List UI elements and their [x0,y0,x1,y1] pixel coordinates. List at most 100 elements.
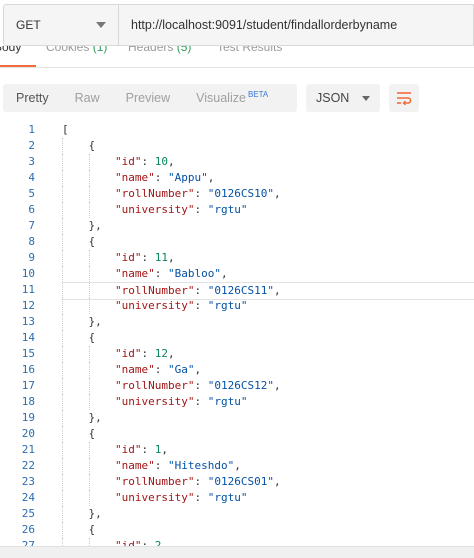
chevron-down-icon [96,22,106,28]
line-number: 12 [21,299,35,312]
code-line: 25 }, [0,506,474,522]
raw-button[interactable]: Raw [62,84,113,112]
line-number: 18 [21,395,35,408]
code-comma: , [167,347,175,360]
line-number: 8 [28,235,35,248]
code-line: 11 "rollNumber": "0126CS11", [0,282,474,300]
line-number: 10 [21,267,35,280]
code-text: }, [62,314,474,330]
code-punct: { [62,331,96,344]
code-punct: }, [62,219,102,232]
chevron-down-icon [362,95,370,101]
language-select[interactable]: JSON [306,84,380,112]
code-punct: }, [62,507,102,520]
code-colon: : [154,267,168,280]
json-value: "0126CS01" [207,475,274,488]
json-key: "rollNumber" [114,475,195,488]
tab-cookies[interactable]: Cookies (1) [46,46,107,54]
json-key: "id" [114,539,142,546]
code-punct: { [62,235,96,248]
json-key: "name" [114,267,155,280]
preview-button[interactable]: Preview [113,84,183,112]
method-select[interactable]: GET [3,4,119,46]
json-key: "university" [114,299,195,312]
code-text: { [62,234,474,250]
line-number: 9 [28,251,35,264]
json-key: "name" [114,459,155,472]
code-line: 7 }, [0,218,474,234]
code-line: 9 "id": 11, [0,250,474,266]
line-number: 1 [28,123,35,136]
code-comma: , [207,171,215,184]
json-value: "rgtu" [207,203,248,216]
code-text: "id": 11, [62,250,474,266]
code-comma: , [273,475,281,488]
code-comma: , [273,187,281,200]
code-comma: , [220,267,228,280]
method-label: GET [16,18,41,32]
line-number: 3 [28,155,35,168]
code-text: "name": "Appu", [62,170,474,186]
json-key: "university" [114,491,195,504]
code-text: "university": "rgtu" [62,298,474,314]
tab-test-results[interactable]: Test Results [217,46,282,54]
code-comma: , [273,379,281,392]
code-colon: : [154,363,168,376]
line-number: 7 [28,219,35,232]
line-number: 22 [21,459,35,472]
wrap-lines-button[interactable] [389,84,419,112]
code-text: "university": "rgtu" [62,202,474,218]
json-key: "rollNumber" [114,284,195,297]
code-text: { [62,426,474,442]
beta-badge: BETA [247,89,269,99]
code-comma: , [161,539,168,546]
active-tab-indicator [0,65,36,67]
code-colon: : [194,395,208,408]
line-number: 5 [28,187,35,200]
code-line: 6 "university": "rgtu" [0,202,474,218]
code-comma: , [234,459,241,472]
code-line: 5 "rollNumber": "0126CS10", [0,186,474,202]
wrap-lines-icon [397,92,412,105]
json-key: "id" [114,155,142,168]
code-line: 13 }, [0,314,474,330]
code-text: [ [62,122,474,138]
line-number: 13 [21,315,35,328]
json-key: "rollNumber" [114,379,195,392]
code-line: 21 "id": 1, [0,442,474,458]
line-number: 24 [21,491,35,504]
json-key: "name" [114,363,155,376]
response-body-viewer[interactable]: 1[2 {3 "id": 10, 4 "name": "Appu", 5 "roll… [0,122,474,546]
code-punct: { [62,139,96,152]
code-text: "id": 1, [62,442,474,458]
url-input[interactable]: http://localhost:9091/student/findallord… [119,4,474,46]
code-text: }, [62,410,474,426]
line-number: 15 [21,347,35,360]
code-text: "university": "rgtu" [62,394,474,410]
code-line: 8 { [0,234,474,250]
code-colon: : [141,443,155,456]
code-line: 23 "rollNumber": "0126CS01", [0,474,474,490]
json-key: "id" [114,347,142,360]
code-line: 1[ [0,122,474,138]
pretty-button[interactable]: Pretty [3,84,62,112]
json-value: 11 [154,251,168,264]
code-line: 20 { [0,426,474,442]
tab-body[interactable]: Body [0,46,21,54]
visualize-button[interactable]: Visualize BETA [183,84,281,112]
code-colon: : [154,171,168,184]
line-number: 14 [21,331,35,344]
line-number: 25 [21,507,35,520]
tab-headers[interactable]: Headers (5) [128,46,191,54]
horizontal-scrollbar[interactable] [0,546,474,558]
code-comma: , [167,155,175,168]
code-line: 24 "university": "rgtu" [0,490,474,506]
